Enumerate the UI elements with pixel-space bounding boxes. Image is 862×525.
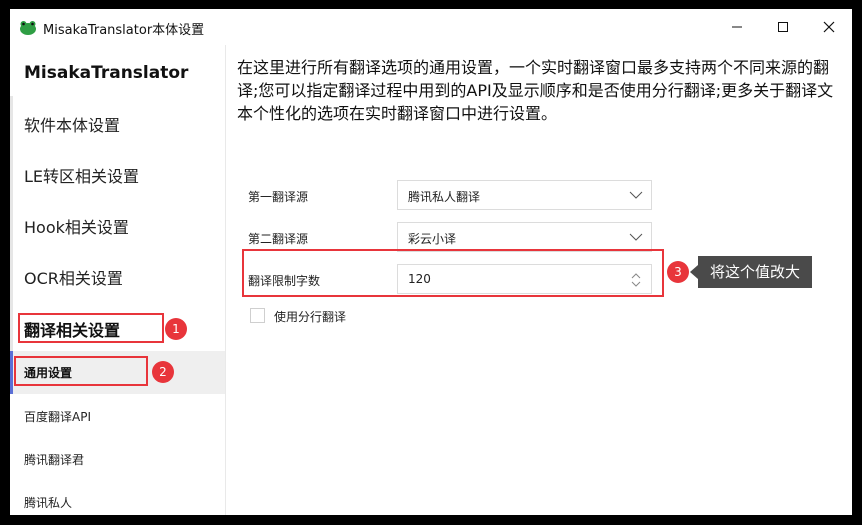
sidebar-item-label: 百度翻译API (24, 410, 91, 424)
sidebar-item-baidu-api[interactable]: 百度翻译API (10, 394, 225, 437)
close-button[interactable] (806, 9, 852, 45)
sidebar-item-label: LE转区相关设置 (24, 167, 140, 186)
sidebar-item-label: 腾讯私人 (24, 496, 73, 510)
annotation-badge-2: 2 (152, 361, 174, 383)
sidebar-item-label: 软件本体设置 (24, 116, 121, 135)
annotation-badge-3: 3 (667, 261, 689, 283)
close-icon (823, 21, 835, 33)
first-source-label: 第一翻译源 (248, 190, 309, 204)
split-translation-checkbox[interactable] (250, 308, 265, 323)
sidebar-item-tencent-private[interactable]: 腾讯私人 (10, 480, 225, 515)
page-description: 在这里进行所有翻译选项的通用设置，一个实时翻译窗口最多支持两个不同来源的翻译;您… (237, 58, 834, 123)
first-source-select[interactable]: 腾讯私人翻译 (397, 180, 652, 210)
settings-sidebar: MisakaTranslator 软件本体设置 LE转区相关设置 Hook相关设… (10, 45, 226, 515)
first-source-value: 腾讯私人翻译 (408, 190, 481, 204)
annotation-badge-1: 1 (165, 318, 187, 340)
sidebar-item-label: OCR相关设置 (24, 269, 123, 288)
second-source-select[interactable]: 彩云小译 (397, 222, 652, 252)
sidebar-item-label: Hook相关设置 (24, 218, 129, 237)
annotation-tooltip: 将这个值改大 (689, 256, 813, 288)
highlight-general-settings (14, 356, 148, 386)
maximize-icon (778, 22, 788, 32)
minimize-icon (732, 26, 742, 28)
sidebar-item-tencent-fanyijun[interactable]: 腾讯翻译君 (10, 437, 225, 480)
highlight-limit-row (242, 249, 664, 297)
window-title: MisakaTranslator本体设置 (43, 23, 205, 38)
split-translation-label: 使用分行翻译 (274, 310, 347, 324)
settings-window: MisakaTranslator本体设置 MisakaTranslator 软件… (10, 9, 852, 515)
minimize-button[interactable] (714, 9, 760, 45)
sidebar-item-le-settings[interactable]: LE转区相关设置 (10, 147, 225, 198)
sidebar-item-ocr-settings[interactable]: OCR相关设置 (10, 249, 225, 300)
second-source-label: 第二翻译源 (248, 232, 309, 246)
frog-app-icon (20, 21, 36, 35)
title-bar: MisakaTranslator本体设置 (10, 9, 852, 45)
maximize-button[interactable] (760, 9, 806, 45)
sidebar-app-name: MisakaTranslator (24, 63, 189, 83)
sidebar-item-software-settings[interactable]: 软件本体设置 (10, 96, 225, 147)
chevron-down-icon (629, 233, 643, 241)
chevron-down-icon (629, 191, 643, 199)
second-source-value: 彩云小译 (408, 232, 457, 246)
sidebar-item-hook-settings[interactable]: Hook相关设置 (10, 198, 225, 249)
sidebar-item-label: 腾讯翻译君 (24, 453, 85, 467)
highlight-translation-settings (18, 313, 164, 343)
